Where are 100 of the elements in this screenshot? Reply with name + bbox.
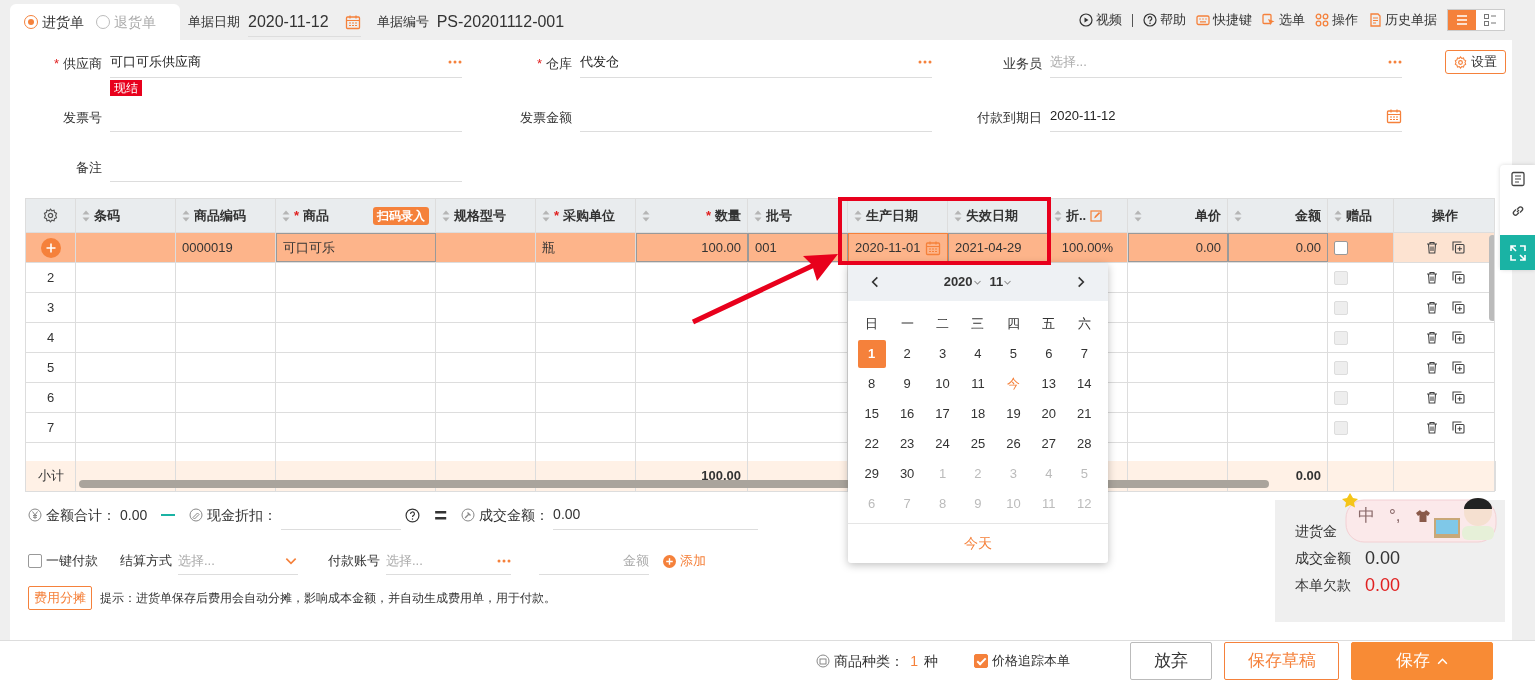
column-header[interactable]: 批号 [766,205,792,226]
month-select[interactable]: 11 [989,272,1013,292]
sort-icon[interactable] [442,209,450,222]
copy-icon[interactable] [1451,271,1465,284]
sort-icon[interactable] [642,209,650,222]
copy-icon[interactable] [1451,301,1465,314]
calendar-day[interactable]: 2 [893,340,922,368]
edit-icon[interactable] [1090,209,1103,222]
sort-icon[interactable] [1054,209,1062,222]
sort-icon[interactable] [1134,209,1142,222]
column-header[interactable]: 规格型号 [454,205,506,226]
copy-icon[interactable] [1451,391,1465,404]
toolbar-link[interactable]: 选单 [1262,10,1305,30]
calendar-day[interactable]: 17 [928,400,957,428]
delete-icon[interactable] [1425,361,1438,374]
calendar-day[interactable]: 8 [857,370,886,398]
cell-input[interactable]: 100.00 [636,233,748,262]
select-field[interactable]: 选择... [1050,51,1384,72]
checkbox[interactable] [974,654,988,668]
column-header[interactable]: 条码 [94,205,120,226]
toolbar-link[interactable]: 历史单据 [1368,10,1437,30]
column-header[interactable]: 单价 [1195,205,1221,226]
more-icon[interactable] [1388,59,1402,64]
calendar-icon[interactable] [344,13,361,30]
shirt-icon[interactable] [1414,508,1431,523]
calendar-day[interactable]: 14 [1070,370,1099,398]
calendar-day[interactable]: 4 [964,340,992,368]
column-header[interactable]: * 采购单位 [554,205,616,226]
more-icon[interactable] [497,558,511,563]
sort-icon[interactable] [954,209,962,222]
select-field[interactable]: 选择... [386,550,497,571]
column-header[interactable]: * 数量 [705,205,741,226]
ime-punctuation[interactable]: °, [1389,507,1401,524]
column-header[interactable]: 商品编码 [194,205,246,226]
calendar-day[interactable]: 22 [857,430,886,458]
toolbar-link[interactable]: 帮助 [1143,10,1186,30]
select-field[interactable]: 代发仓 [580,51,914,72]
row-number[interactable]: 3 [26,293,76,322]
column-header[interactable]: 失效日期 [966,205,1018,226]
settings-icon[interactable] [43,208,58,223]
add-row-icon[interactable] [40,237,61,258]
note-icon[interactable] [1509,171,1526,187]
input-field[interactable]: 金额 [539,550,649,571]
row-number[interactable]: 7 [26,413,76,442]
row-header[interactable] [26,233,76,262]
select-field[interactable]: 可口可乐供应商 [110,51,444,72]
date-field[interactable]: 2020-11-12 [1050,105,1382,126]
copy-icon[interactable] [1451,331,1465,344]
calendar-icon[interactable] [924,239,941,256]
column-header[interactable]: 金额 [1295,205,1321,226]
calendar-day[interactable]: 13 [1034,370,1063,398]
checkbox-label[interactable]: 价格追踪本单 [992,651,1070,671]
discard-button[interactable]: 放弃 [1130,642,1212,680]
calendar-day[interactable]: 25 [964,430,992,458]
column-header[interactable]: * 商品 [294,205,330,226]
calendar-day[interactable]: 21 [1070,400,1099,428]
toolbar-link[interactable]: 快捷键 [1196,10,1252,30]
sort-icon[interactable] [82,209,90,222]
sort-icon[interactable] [1334,209,1342,222]
row-number[interactable]: 2 [26,263,76,292]
delete-icon[interactable] [1425,241,1438,254]
copy-icon[interactable] [1451,361,1465,374]
calendar-day[interactable]: 7 [1070,340,1099,368]
checkbox[interactable] [28,554,42,568]
checkbox-label[interactable]: 一键付款 [46,551,98,571]
calendar-day[interactable]: 19 [999,400,1028,428]
date-field[interactable]: 2020-11-12 [248,7,361,37]
cell-input[interactable]: 可口可乐 [276,233,436,262]
expand-button[interactable] [1500,235,1535,270]
row-number[interactable]: 5 [26,353,76,382]
calendar-day[interactable]: 30 [893,460,922,488]
calendar-day[interactable]: 26 [999,430,1028,458]
list-view-toggle[interactable] [1448,10,1476,30]
copy-icon[interactable] [1451,421,1465,434]
cell-input[interactable]: 0.00 [1128,233,1228,262]
calendar-day[interactable]: 28 [1070,430,1099,458]
calendar-day[interactable]: 5 [999,340,1028,368]
ime-mode[interactable]: 中 [1358,507,1375,524]
checkbox[interactable] [1334,240,1348,255]
sort-icon[interactable] [182,209,190,222]
sort-icon[interactable] [542,209,550,222]
calendar-day[interactable]: 16 [893,400,922,428]
calendar-day[interactable]: 11 [964,370,992,398]
more-icon[interactable] [918,59,932,64]
delete-icon[interactable] [1425,271,1438,284]
column-header[interactable]: 赠品 [1346,205,1372,226]
cell-input[interactable]: 2021-04-29 [948,233,1048,262]
column-header[interactable]: 生产日期 [866,205,918,226]
calendar-day[interactable]: 10 [928,370,957,398]
calendar-day[interactable]: 3 [928,340,957,368]
calendar-day[interactable]: 23 [893,430,922,458]
card-view-toggle[interactable] [1476,10,1504,30]
row-number[interactable]: 6 [26,383,76,412]
calendar-day[interactable]: 9 [893,370,922,398]
column-header[interactable]: 折.. [1066,205,1087,226]
calendar-day[interactable]: 20 [1034,400,1063,428]
calendar-day[interactable]: 15 [857,400,886,428]
calendar-day[interactable]: 24 [928,430,957,458]
sort-icon[interactable] [754,209,762,222]
delete-icon[interactable] [1425,421,1438,434]
